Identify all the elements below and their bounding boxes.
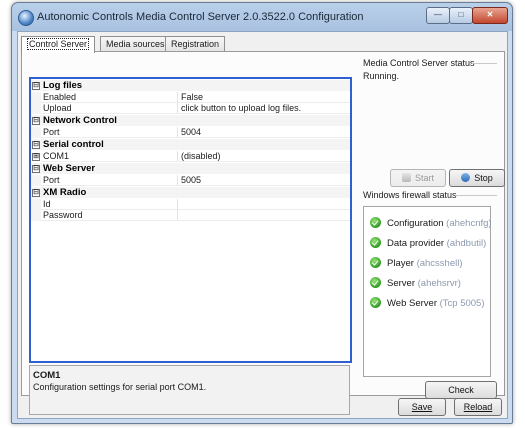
- description-title: COM1: [33, 370, 61, 381]
- reload-button[interactable]: Reload: [454, 398, 502, 416]
- window-client: Control Server Media sources Registratio…: [17, 31, 508, 419]
- window-title: Autonomic Controls Media Control Server …: [37, 11, 364, 23]
- category-serial-control[interactable]: ⊟ Serial control: [31, 139, 350, 150]
- property-row-password[interactable]: Password: [31, 210, 350, 221]
- property-row-enabled[interactable]: Enabled False: [31, 92, 350, 103]
- stop-icon: [461, 173, 471, 182]
- tab-control-server[interactable]: Control Server: [21, 36, 96, 53]
- category-label: XM Radio: [43, 187, 87, 198]
- check-icon: [370, 217, 381, 228]
- property-row-web-port[interactable]: Port 5005: [31, 175, 350, 186]
- check-icon: [370, 297, 381, 308]
- collapse-icon[interactable]: ⊟: [32, 189, 40, 197]
- description-text: Configuration settings for serial port C…: [33, 382, 207, 392]
- collapse-icon[interactable]: ⊟: [32, 165, 40, 173]
- property-description-pane: COM1 Configuration settings for serial p…: [29, 365, 350, 415]
- property-row-upload[interactable]: Upload click button to upload log files.: [31, 103, 350, 114]
- category-web-server[interactable]: ⊟ Web Server: [31, 163, 350, 174]
- maximize-button[interactable]: □: [449, 7, 473, 24]
- firewall-item-configuration: Configuration (ahehcnfg): [370, 217, 492, 231]
- stop-button[interactable]: Stop: [449, 169, 505, 187]
- category-log-files[interactable]: ⊟ Log files: [31, 80, 350, 91]
- firewall-item-player: Player (ahcsshell): [370, 257, 463, 271]
- app-window: Autonomic Controls Media Control Server …: [11, 2, 513, 424]
- category-label: Network Control: [43, 115, 117, 126]
- firewall-status-heading: Windows firewall status: [363, 190, 457, 200]
- check-button[interactable]: Check: [425, 381, 497, 399]
- expand-icon[interactable]: ⊞: [32, 153, 40, 161]
- tab-registration[interactable]: Registration: [165, 36, 226, 52]
- firewall-item-web-server: Web Server (Tcp 5005): [370, 297, 485, 311]
- minimize-button[interactable]: —: [426, 7, 450, 24]
- collapse-icon[interactable]: ⊟: [32, 141, 40, 149]
- check-icon: [370, 257, 381, 268]
- title-bar[interactable]: Autonomic Controls Media Control Server …: [12, 3, 512, 31]
- tab-panel: ⊟ Log files Enabled False Upload click b…: [21, 51, 505, 415]
- server-status-text: Running.: [363, 71, 400, 81]
- server-status-heading: Media Control Server status: [363, 58, 475, 68]
- property-row-com1[interactable]: ⊞ COM1 (disabled): [31, 151, 350, 162]
- app-icon[interactable]: [18, 10, 34, 26]
- start-button[interactable]: Start: [390, 169, 446, 187]
- close-button[interactable]: ✕: [472, 7, 508, 24]
- category-label: Web Server: [43, 163, 96, 174]
- check-icon: [370, 237, 381, 248]
- firewall-status-list: Configuration (ahehcnfg) Data provider (…: [363, 206, 492, 377]
- category-network-control[interactable]: ⊟ Network Control: [31, 115, 350, 126]
- start-icon: [401, 173, 411, 182]
- collapse-icon[interactable]: ⊟: [32, 82, 40, 90]
- tab-media-sources[interactable]: Media sources: [100, 36, 171, 52]
- collapse-icon[interactable]: ⊟: [32, 117, 40, 125]
- save-button[interactable]: Save: [398, 398, 446, 416]
- category-label: Serial control: [43, 139, 104, 150]
- firewall-item-server: Server (ahehsrvr): [370, 277, 461, 291]
- property-row-id[interactable]: Id: [31, 199, 350, 210]
- category-xm-radio[interactable]: ⊟ XM Radio: [31, 187, 350, 198]
- property-grid[interactable]: ⊟ Log files Enabled False Upload click b…: [29, 77, 352, 363]
- check-icon: [370, 277, 381, 288]
- firewall-item-data-provider: Data provider (ahdbutil): [370, 237, 486, 251]
- property-row-network-port[interactable]: Port 5004: [31, 127, 350, 138]
- category-label: Log files: [43, 80, 83, 91]
